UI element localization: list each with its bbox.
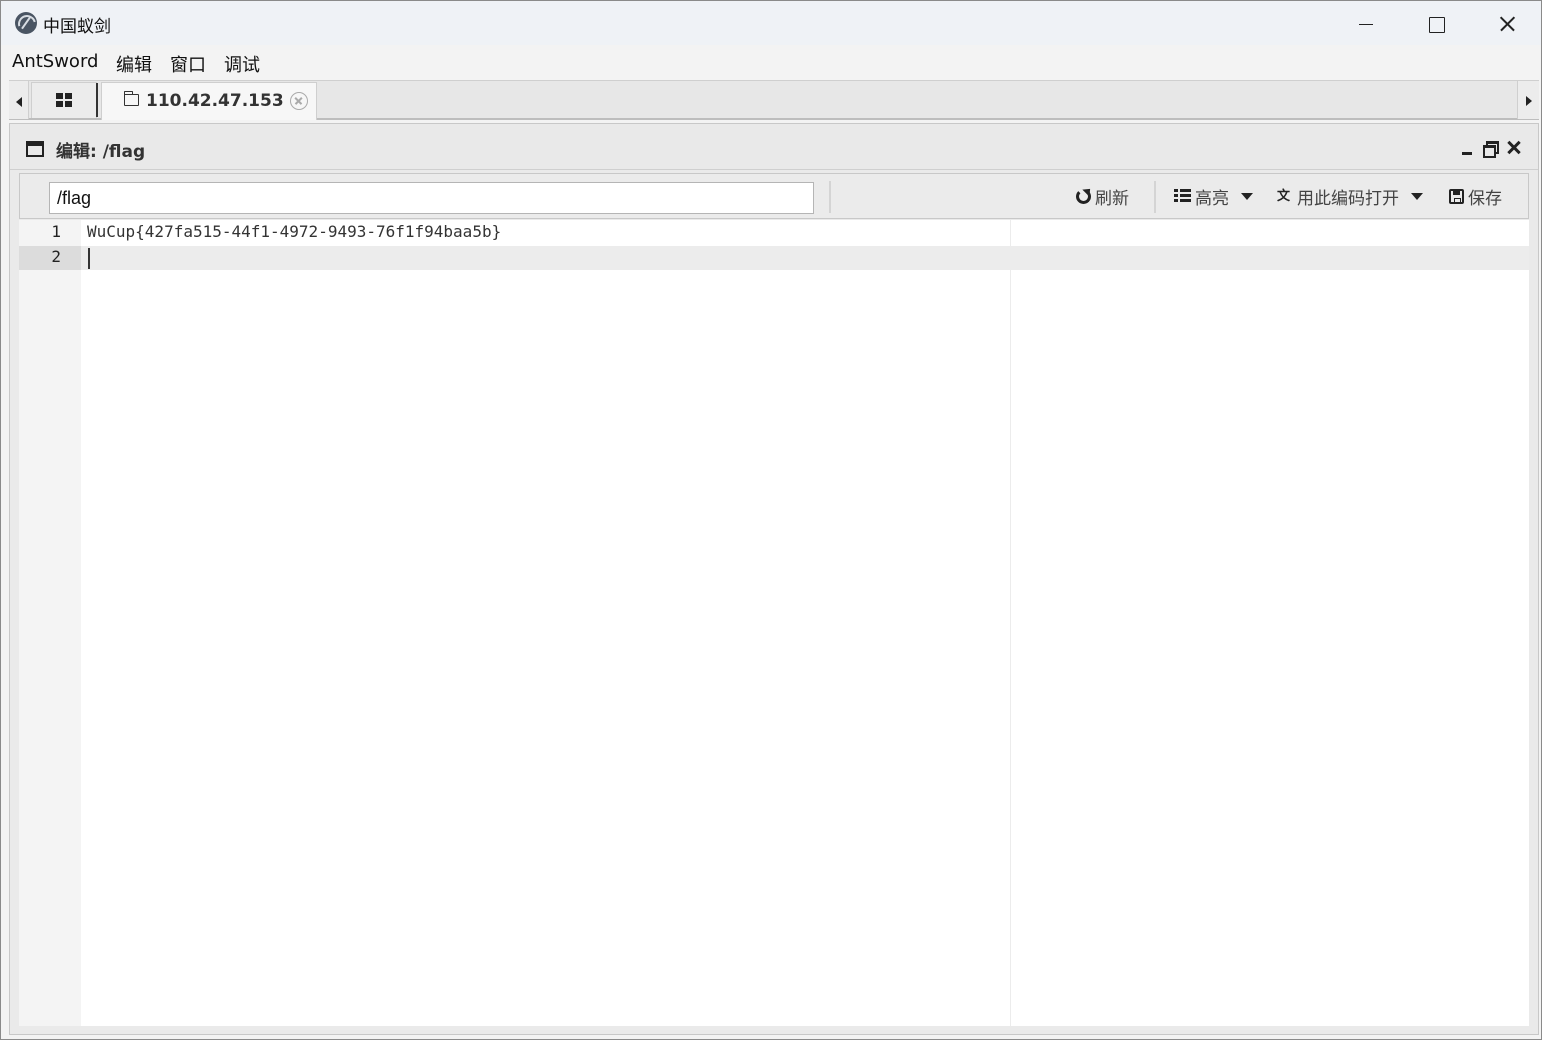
line-gutter [19,220,81,1026]
menu-window[interactable]: 窗口 [170,51,206,77]
window-title: 中国蚁剑 [43,17,111,37]
tab-label: 110.42.47.153 [146,91,284,111]
translate-icon: 文 [1277,188,1291,204]
encoding-label: 用此编码打开 [1297,188,1399,209]
menu-edit[interactable]: 编辑 [116,51,152,77]
grid-icon [56,93,72,107]
print-margin [1010,220,1011,1026]
close-window-button[interactable] [1471,1,1541,45]
menu-antsword[interactable]: AntSword [12,51,98,72]
save-button[interactable]: 保存 [1449,183,1502,209]
panel-header: 编辑: /flag [10,124,1538,170]
file-path-input[interactable] [49,182,814,214]
line-number: 2 [51,247,61,266]
tab-separator [96,83,98,117]
tab-scroll-left-button[interactable] [9,81,29,119]
chevron-down-icon [1241,192,1253,200]
save-icon [1449,188,1464,204]
line-number: 1 [51,222,61,241]
folder-icon [123,91,139,106]
tab-bar: 110.42.47.153 [9,80,1539,120]
panel-restore-button[interactable] [1482,140,1499,158]
refresh-label: 刷新 [1095,188,1129,209]
title-bar: 中国蚁剑 [1,1,1541,45]
antsword-logo-icon [15,12,37,34]
chevron-down-icon [1411,192,1423,200]
toolbar-separator [829,181,831,213]
highlight-label: 高亮 [1195,188,1229,209]
code-line[interactable]: WuCup{427fa515-44f1-4972-9493-76f1f94baa… [87,222,501,241]
editor-toolbar: 刷新 高亮 文 用此编码打开 保存 [19,173,1529,219]
panel-close-button[interactable] [1506,139,1522,155]
panel-minimize-button[interactable] [1460,140,1474,155]
refresh-button[interactable]: 刷新 [1076,183,1129,209]
menu-debug[interactable]: 调试 [224,51,260,77]
tab-shell-110-42-47-153[interactable]: 110.42.47.153 [101,82,317,120]
panel-title: 编辑: /flag [56,142,146,162]
tab-close-icon[interactable] [290,92,308,110]
highlight-dropdown[interactable]: 高亮 [1174,183,1253,209]
tab-home[interactable] [31,82,97,118]
maximize-button[interactable] [1401,1,1471,45]
list-icon [1174,189,1191,203]
open-with-encoding-dropdown[interactable]: 文 用此编码打开 [1277,183,1423,209]
editor-panel: 编辑: /flag 刷新 高亮 文 用此编码打开 [9,123,1539,1035]
code-editor[interactable]: 1 WuCup{427fa515-44f1-4972-9493-76f1f94b… [19,220,1529,1026]
tab-scroll-right-button[interactable] [1517,81,1539,119]
toolbar-separator [1154,181,1156,213]
text-cursor [88,248,90,269]
save-label: 保存 [1468,188,1502,209]
antsword-window: 中国蚁剑 AntSword 编辑 窗口 调试 110.42.47.153 编辑:… [0,0,1542,1040]
active-line-highlight [19,246,1529,270]
minimize-button[interactable] [1331,1,1401,45]
refresh-icon [1076,188,1091,204]
menu-bar: AntSword 编辑 窗口 调试 [1,45,1541,79]
window-icon [26,141,44,157]
